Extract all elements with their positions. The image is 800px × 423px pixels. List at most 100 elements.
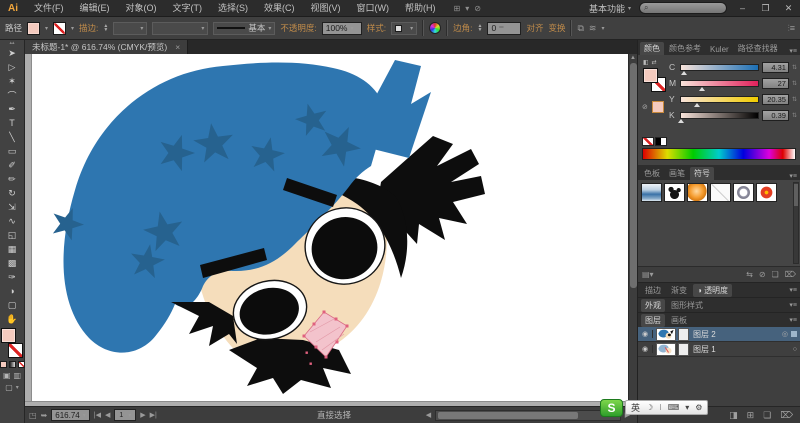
menu-item[interactable]: 效果(C) [256,0,303,16]
yellow-slider[interactable] [680,96,759,103]
artwork-cartoon-head[interactable] [33,54,628,400]
layer-thumbnail[interactable] [656,328,676,341]
lasso-tool[interactable]: ⌒ [0,88,24,102]
tab-stroke[interactable]: 描边 [641,284,665,297]
symbol-thumbnail[interactable] [664,183,685,202]
stroke-weight-stepper[interactable]: ▲▼ [103,24,108,32]
cyan-slider[interactable] [680,64,759,71]
control-panel-menu-icon[interactable]: ⫶≡ [787,23,795,34]
symbols-scrollbar[interactable] [793,182,799,264]
isolate-object-icon[interactable]: ⧉ [577,23,583,34]
gradient-mode-button[interactable] [9,361,16,368]
tab-kuler[interactable]: Kuler [706,44,733,55]
menu-item[interactable]: 帮助(H) [397,0,444,16]
tab-layers[interactable]: 图层 [641,314,665,327]
direct-selection-tool[interactable]: ▷ [0,60,24,74]
new-symbol-icon[interactable]: ❏ [772,270,779,279]
target-circle-icon[interactable]: ◎ [782,330,788,338]
slider-handle[interactable] [678,119,684,123]
next-artboard-icon[interactable]: ▶ [140,411,145,419]
artboard-number-field[interactable]: 1▾ [114,409,136,421]
style-label[interactable]: 样式: [367,22,386,34]
close-button[interactable]: ✕ [781,3,796,14]
fill-stroke-indicator[interactable] [1,328,23,358]
tab-symbols[interactable]: 符号 [690,167,714,180]
pencil-tool[interactable]: ✏ [0,172,24,186]
fill-swatch[interactable] [1,328,16,343]
target-circle-icon[interactable]: ○ [793,346,797,353]
selection-indicator[interactable] [791,331,797,337]
none-icon[interactable]: ⊘ [642,103,648,111]
align-link[interactable]: 对齐 [526,22,543,34]
scroll-up-icon[interactable]: ▲ [630,54,636,63]
yellow-value-field[interactable]: 20.35 [762,94,789,105]
sublayer-thumbnail[interactable] [678,328,689,341]
rotate-tool[interactable]: ↻ [0,186,24,200]
visibility-eye-icon[interactable]: ◉ [638,330,653,338]
panel-menu-icon[interactable]: ▾≡ [786,47,800,55]
select-similar-icon[interactable]: ≋ [589,23,597,34]
chevron-down-icon[interactable]: ▾ [71,25,74,32]
search-field[interactable]: ⌕ [639,2,727,14]
chevron-down-icon[interactable]: ▾ [685,403,689,412]
brush-definition-select[interactable]: 基本▾ [213,22,275,35]
tab-gradient[interactable]: 渐变 [667,284,691,297]
spinner-icon[interactable]: ⇅ [792,64,797,71]
menu-item[interactable]: 选择(S) [210,0,256,16]
magic-wand-tool[interactable]: ✶ [0,74,24,88]
symbol-thumbnail[interactable] [687,183,708,202]
first-artboard-icon[interactable]: |◀ [94,411,101,419]
menu-item[interactable]: 文字(T) [165,0,211,16]
tab-swatches[interactable]: 色板 [640,167,664,180]
eyedropper-tool[interactable]: ✑ [0,270,24,284]
scroll-left-icon[interactable]: ◀ [423,411,434,419]
transform-link[interactable]: 变换 [548,22,565,34]
magenta-value-field[interactable]: 27 [762,78,789,89]
close-tab-icon[interactable]: × [175,42,180,52]
stroke-swatch[interactable] [8,343,23,358]
chevron-down-icon[interactable]: ▾ [465,4,469,13]
last-artboard-icon[interactable]: ▶| [150,411,157,419]
vertical-scroll-thumb[interactable] [630,63,637,288]
rectangle-tool[interactable]: ▭ [0,144,24,158]
tab-transparency[interactable]: ◑ 透明度 [693,284,732,297]
line-segment-tool[interactable]: ╲ [0,130,24,144]
tab-pathfinder[interactable]: 路径查找器 [734,42,782,55]
screen-mode-icon[interactable]: ▢ [5,383,13,392]
replace-symbol-icon[interactable]: ⇆ [746,270,753,279]
minimize-button[interactable]: – [735,3,750,13]
mesh-tool[interactable]: ▩ [0,256,24,270]
restore-button[interactable]: ❐ [758,3,773,14]
new-layer-icon[interactable]: ❏ [763,410,771,421]
panel-menu-icon[interactable]: ▾≡ [786,172,800,180]
symbol-thumbnail[interactable] [733,183,754,202]
visibility-eye-icon[interactable]: ◉ [638,345,653,353]
symbol-thumbnail[interactable] [756,183,777,202]
chevron-down-icon[interactable]: ▾ [45,25,48,32]
punctuation-icon[interactable]: ⁝ [659,403,662,412]
panel-menu-icon[interactable]: ▾≡ [786,316,800,324]
app-logo[interactable]: Ai [0,3,26,14]
horizontal-scroll-thumb[interactable] [438,412,578,419]
none-swatch[interactable] [642,137,654,146]
ime-language-indicator[interactable]: 英 [631,401,640,414]
black-value-field[interactable]: 0.39 [762,110,789,121]
fill-swatch[interactable] [643,68,658,83]
soft-keyboard-icon[interactable]: ⌨ [668,403,680,412]
swap-colors-icon[interactable]: ⇄ [652,59,657,66]
tab-artboards[interactable]: 画板 [667,314,691,327]
no-style-icon[interactable]: ⊘ [474,4,481,13]
panel-menu-icon[interactable]: ▾≡ [786,286,800,294]
stroke-weight-select[interactable]: ▾ [113,22,147,35]
paintbrush-tool[interactable]: ✐ [0,158,24,172]
layer-thumbnail[interactable] [656,343,676,356]
menu-item[interactable]: 视图(V) [303,0,349,16]
shape-builder-tool[interactable]: ◱ [0,228,24,242]
blend-tool[interactable]: ◑ [0,284,24,298]
tab-color[interactable]: 颜色 [640,42,664,55]
fill-color-swatch[interactable] [27,22,40,35]
selection-tool[interactable]: ➤ [0,46,24,60]
spinner-icon[interactable]: ⇅ [792,112,797,119]
variable-width-profile-select[interactable]: ▾ [152,22,208,35]
color-mode-button[interactable] [0,361,7,368]
